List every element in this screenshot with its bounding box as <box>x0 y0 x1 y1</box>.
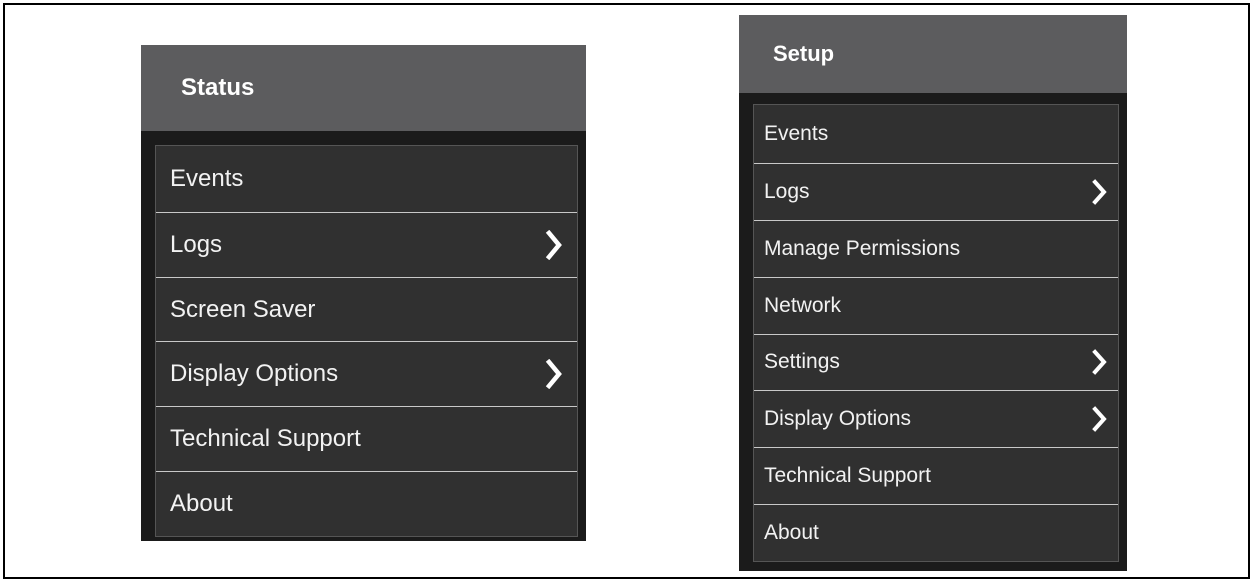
status-menu: Status Events Logs Screen Saver Display … <box>141 45 586 541</box>
chevron-right-icon <box>1092 406 1108 433</box>
chevron-right-icon <box>1092 178 1108 205</box>
chevron-right-icon <box>1092 349 1108 376</box>
setup-item-technical-support[interactable]: Technical Support <box>754 447 1118 505</box>
menu-item-label: Display Options <box>170 360 339 388</box>
menu-item-label: Technical Support <box>170 425 361 453</box>
menu-item-label: Logs <box>764 179 810 203</box>
chevron-right-icon <box>545 359 563 390</box>
menu-item-label: Events <box>170 164 244 192</box>
menu-item-label: About <box>170 490 233 518</box>
menu-item-label: Network <box>764 293 842 317</box>
setup-menu-title: Setup <box>773 41 835 66</box>
setup-item-about[interactable]: About <box>754 504 1118 561</box>
status-menu-list: Events Logs Screen Saver Display Options… <box>155 145 578 537</box>
menu-item-label: Technical Support <box>764 464 931 488</box>
status-item-events[interactable]: Events <box>156 146 577 212</box>
menu-item-label: Screen Saver <box>170 295 316 323</box>
setup-menu-header: Setup <box>739 15 1127 93</box>
setup-item-logs[interactable]: Logs <box>754 162 1118 220</box>
menu-item-label: Manage Permissions <box>764 236 961 260</box>
status-item-display-options[interactable]: Display Options <box>156 341 577 407</box>
menu-item-label: Logs <box>170 230 223 258</box>
menu-item-label: About <box>764 521 819 545</box>
status-item-logs[interactable]: Logs <box>156 211 577 277</box>
setup-item-manage-permissions[interactable]: Manage Permissions <box>754 219 1118 277</box>
menu-item-label: Events <box>764 121 829 145</box>
setup-menu-list: Events Logs Manage Permissions Network S… <box>753 104 1119 562</box>
chevron-right-icon <box>545 229 563 260</box>
setup-item-network[interactable]: Network <box>754 276 1118 334</box>
status-menu-title: Status <box>181 74 255 101</box>
setup-item-events[interactable]: Events <box>754 105 1118 163</box>
setup-menu: Setup Events Logs Manage Permissions Net… <box>739 15 1127 571</box>
setup-item-settings[interactable]: Settings <box>754 333 1118 391</box>
status-item-about[interactable]: About <box>156 471 577 536</box>
menu-item-label: Settings <box>764 350 840 374</box>
status-menu-header: Status <box>141 45 586 131</box>
menu-item-label: Display Options <box>764 407 912 431</box>
status-item-technical-support[interactable]: Technical Support <box>156 406 577 472</box>
status-item-screen-saver[interactable]: Screen Saver <box>156 276 577 342</box>
setup-item-display-options[interactable]: Display Options <box>754 390 1118 448</box>
